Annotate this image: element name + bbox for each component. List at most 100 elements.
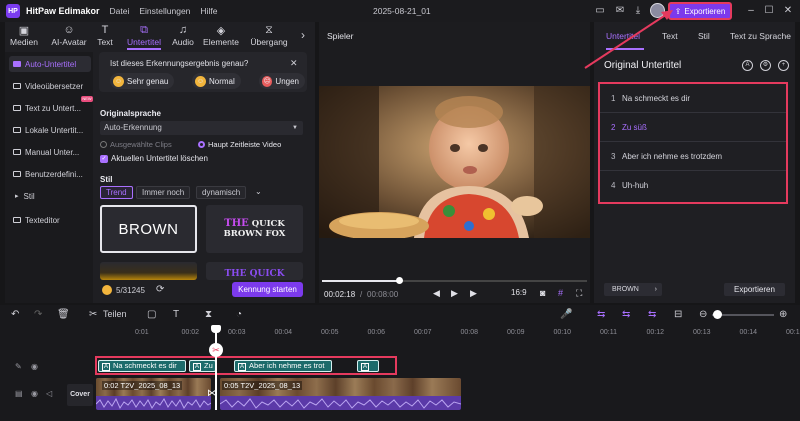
chip-dynamisch[interactable]: dynamisch (196, 186, 247, 199)
style-card-gold[interactable] (100, 262, 197, 280)
chevron-right-icon[interactable]: › (301, 28, 305, 42)
play-icon[interactable]: ▶ (451, 288, 458, 299)
video-clip[interactable]: 0:02 T2V_2025_08_13 (96, 378, 211, 410)
tab-text[interactable]: T Text (94, 24, 116, 47)
playhead[interactable] (215, 326, 217, 410)
fit-icon[interactable]: ⊟ (674, 309, 682, 320)
tab-audio[interactable]: ♫ Audio (171, 24, 195, 47)
feedback-ungenau-button[interactable]: ☹ Ungen (259, 73, 305, 89)
sidebar-item-benutzerdefiniert[interactable]: Benutzerdefini... (9, 166, 91, 182)
radio-ausgewaehlte-clips[interactable]: Ausgewählte Clips (100, 140, 172, 149)
style-card-partial-text: THE QUICK (224, 269, 285, 279)
subtitle-row[interactable]: 3 Aber ich nehme es trotzdem (600, 142, 786, 171)
speed-icon[interactable]: ◔ (236, 309, 242, 320)
menu-datei[interactable]: Datei (110, 6, 130, 16)
sidebar-item-texteditor[interactable]: Texteditor (9, 212, 91, 228)
magnet-icon[interactable]: ⇆ (622, 309, 630, 320)
menu-hilfe[interactable]: Hilfe (200, 6, 217, 16)
subtitle-clip[interactable]: A Zu (189, 360, 216, 372)
style-card-brown[interactable]: BROWN (100, 205, 197, 253)
subtitle-track-visibility-icon[interactable]: ◉ (31, 362, 38, 371)
video-preview[interactable] (319, 86, 590, 238)
zoom-slider-knob[interactable] (713, 310, 722, 319)
subtitle-row[interactable]: 4 Uh-huh (600, 171, 786, 200)
time-separator: / (360, 290, 363, 299)
screenshot-icon[interactable]: ◙ (540, 288, 545, 298)
clear-subtitle-checkbox[interactable]: ✓ Aktuellen Untertitel löschen (100, 154, 208, 163)
rtab-text-zu-sprache[interactable]: Text zu Sprache (730, 31, 791, 41)
zoom-in-icon[interactable]: ⊕ (779, 309, 787, 320)
style-preset-chip[interactable]: BROWN › (604, 283, 662, 296)
radio-haupt-zeitleiste[interactable]: Haupt Zeitleiste Video (198, 140, 281, 149)
subtitle-row[interactable]: 1 Na schmeckt es dir (600, 84, 786, 113)
subtitle-clip[interactable]: A (357, 360, 379, 372)
tab-medien[interactable]: ▣ Medien (9, 24, 39, 47)
style-card-quick-purple[interactable]: THE QUICK (206, 262, 303, 280)
aspect-ratio-select[interactable]: 16:9 (511, 288, 527, 297)
split-scissors-icon[interactable]: ✂ (209, 343, 223, 357)
start-recognition-button[interactable]: Kennung starten (232, 282, 303, 297)
translate-icon[interactable]: A (742, 60, 753, 71)
sidebar-item-manual-untertitel[interactable]: Manual Unter... (9, 144, 91, 160)
tab-untertitel[interactable]: ⧉ Untertitel (123, 24, 165, 50)
timeline-ruler[interactable]: 0:01 00:02 00:03 00:04 00:05 00:06 00:07 00:08 0… (95, 325, 800, 343)
minimize-icon[interactable]: – (744, 4, 758, 18)
caret-right-icon: ▸ (15, 193, 19, 200)
crop-icon[interactable]: ▢ (147, 309, 156, 320)
next-frame-icon[interactable]: ▶ (470, 288, 477, 299)
video-track-audio-icon[interactable]: ◁ (46, 389, 52, 398)
snap-icon[interactable]: ⇆ (648, 309, 656, 320)
sidebar-item-auto-untertitel[interactable]: Auto-Untertitel (9, 56, 91, 72)
rtab-stil[interactable]: Stil (698, 31, 710, 41)
export-subtitles-button[interactable]: Exportieren (724, 283, 785, 296)
progress-knob[interactable] (395, 277, 403, 284)
close-icon[interactable]: ✕ (781, 4, 795, 18)
sidebar-item-videouebersetzer[interactable]: Videoübersetzer (9, 78, 91, 94)
cover-button[interactable]: Cover (67, 384, 93, 406)
refresh-icon[interactable]: ⟳ (156, 284, 164, 295)
feedback-normal-button[interactable]: ☺ Normal (192, 73, 241, 89)
settings-icon[interactable]: ⚙ (760, 60, 771, 71)
style-card-quick-brown-fox[interactable]: THE QUICK BROWN FOX (206, 205, 303, 253)
chevron-down-icon[interactable]: ⌄ (255, 187, 262, 196)
mic-icon[interactable]: 🎤 (560, 309, 572, 320)
menu-einstellungen[interactable]: Einstellungen (139, 6, 190, 16)
add-icon[interactable]: + (778, 60, 789, 71)
delete-icon[interactable]: 🗑 (57, 309, 70, 320)
undo-icon[interactable]: ↶ (11, 309, 19, 320)
scissors-icon[interactable]: ✂ (89, 309, 97, 320)
video-clip[interactable]: 0:05 T2V_2025_08_13 (220, 378, 461, 410)
maximize-icon[interactable]: ☐ (762, 4, 776, 18)
text-tool-icon[interactable]: T (173, 309, 179, 320)
grid-icon[interactable]: # (558, 288, 563, 298)
split-label[interactable]: Teilen (103, 309, 127, 319)
zoom-out-icon[interactable]: ⊖ (699, 309, 707, 320)
sidebar-item-text-zu-untertitel[interactable]: Text zu Untert... (9, 100, 91, 116)
video-track-visibility-icon[interactable]: ◉ (31, 389, 38, 398)
redo-icon[interactable]: ↷ (34, 309, 42, 320)
audio-icon: ♫ (178, 24, 188, 36)
link-icon[interactable]: ⇆ (597, 309, 605, 320)
sidebar-item-lokale-untertitel[interactable]: Lokale Untertit... (9, 122, 91, 138)
feedback-sehr-genau-button[interactable]: ☺ Sehr genau (110, 73, 175, 89)
fullscreen-icon[interactable]: ⛶ (576, 288, 582, 299)
tab-elemente[interactable]: ◈ Elemente (203, 24, 239, 47)
tab-uebergang[interactable]: ⧖ Übergang (249, 24, 289, 47)
subtitle-text: Uh-huh (622, 181, 649, 190)
chip-trend[interactable]: Trend (100, 186, 133, 199)
feedback-option-label: Normal (209, 76, 235, 86)
subtitle-clip[interactable]: A Aber ich nehme es trot (234, 360, 332, 372)
subtitle-clip[interactable]: A Na schmeckt es dir (98, 360, 186, 372)
local-subtitle-icon (13, 127, 21, 133)
language-dropdown[interactable]: Auto-Erkennung ▼ (100, 121, 303, 135)
feedback-question: Ist dieses Erkennungsergebnis genau? (110, 59, 249, 68)
playback-progress[interactable] (322, 277, 587, 284)
close-feedback-icon[interactable]: ✕ (290, 58, 298, 69)
sidebar-item-stil[interactable]: ▸ Stil (9, 188, 91, 204)
subtitle-row-active[interactable]: 2 Zu süß (600, 113, 786, 142)
prev-frame-icon[interactable]: ◀ (433, 288, 440, 299)
tab-ai-avatar[interactable]: ☺ AI-Avatar (49, 24, 89, 47)
coin-icon (102, 285, 112, 295)
chip-immer-noch[interactable]: Immer noch (136, 186, 191, 199)
freeze-icon[interactable]: ⧗ (205, 309, 212, 320)
